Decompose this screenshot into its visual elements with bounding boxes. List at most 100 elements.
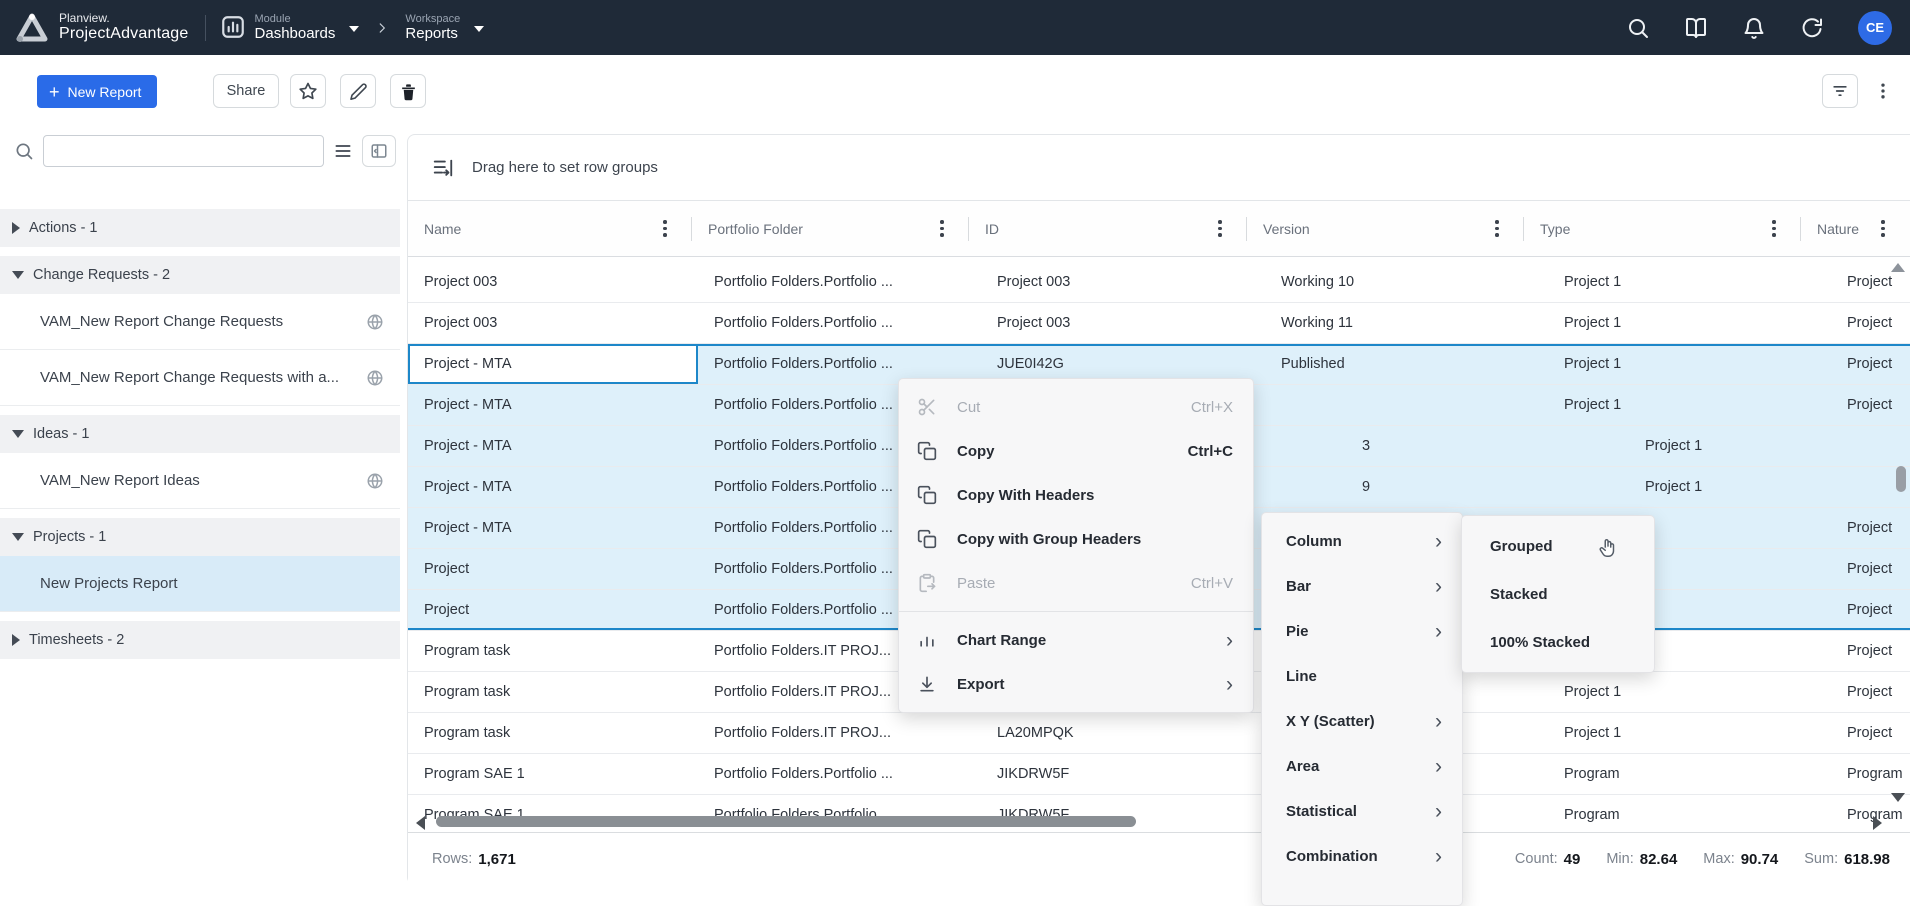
- table-cell[interactable]: Project 1: [1629, 467, 1910, 507]
- menu-item-100-stacked[interactable]: 100% Stacked: [1462, 618, 1654, 666]
- sidebar-report-item[interactable]: VAM_New Report Change Requests: [0, 294, 400, 350]
- table-cell[interactable]: Program task: [408, 672, 698, 712]
- menu-item-bar[interactable]: Bar›: [1262, 564, 1462, 609]
- table-cell[interactable]: Project: [1831, 631, 1910, 671]
- table-cell[interactable]: Project: [1831, 344, 1910, 384]
- scroll-up-arrow[interactable]: [1891, 263, 1905, 272]
- sidebar-report-item[interactable]: New Projects Report: [0, 556, 400, 612]
- table-cell[interactable]: Project 1: [1548, 385, 1831, 425]
- table-cell[interactable]: Project: [1831, 713, 1910, 753]
- menu-item-copy[interactable]: CopyCtrl+C: [899, 429, 1253, 473]
- menu-item-line[interactable]: Line: [1262, 654, 1462, 699]
- table-cell[interactable]: Project - MTA: [408, 385, 698, 425]
- table-cell[interactable]: [1265, 385, 1548, 425]
- table-cell[interactable]: Project: [1831, 549, 1910, 589]
- table-cell[interactable]: LA20MPQK: [981, 713, 1265, 753]
- row-group-drop-zone[interactable]: Drag here to set row groups: [408, 135, 1910, 201]
- table-cell[interactable]: Project 003: [981, 303, 1265, 343]
- refresh-icon[interactable]: [1800, 16, 1824, 40]
- scroll-right-arrow[interactable]: [1873, 816, 1882, 830]
- table-cell[interactable]: Program: [1548, 795, 1831, 822]
- column-menu-icon[interactable]: [1765, 218, 1783, 240]
- sidebar-group-timesheets-2[interactable]: Timesheets - 2: [0, 621, 400, 659]
- table-cell[interactable]: Project 1: [1629, 426, 1910, 466]
- scroll-left-arrow[interactable]: [416, 816, 425, 830]
- table-cell[interactable]: Project 1: [1548, 303, 1831, 343]
- scroll-down-arrow[interactable]: [1891, 793, 1905, 802]
- table-cell[interactable]: Project - MTA: [408, 344, 698, 384]
- table-cell[interactable]: Project: [1831, 508, 1910, 548]
- column-header-type[interactable]: Type: [1524, 201, 1801, 256]
- column-header-version[interactable]: Version: [1247, 201, 1524, 256]
- menu-item-statistical[interactable]: Statistical›: [1262, 789, 1462, 834]
- menu-item-paste[interactable]: PasteCtrl+V: [899, 561, 1253, 605]
- table-cell[interactable]: 9: [1265, 467, 1629, 507]
- sidebar-report-item[interactable]: VAM_New Report Ideas: [0, 453, 400, 509]
- menu-item-chart-range[interactable]: Chart Range›: [899, 618, 1253, 662]
- table-cell[interactable]: 3: [1265, 426, 1629, 466]
- table-cell[interactable]: Working 10: [1265, 262, 1548, 302]
- table-cell[interactable]: Working 11: [1265, 303, 1548, 343]
- menu-item-copy-with-headers[interactable]: Copy With Headers: [899, 473, 1253, 517]
- column-menu-icon[interactable]: [656, 218, 674, 240]
- menu-item-grouped[interactable]: Grouped: [1462, 522, 1654, 570]
- menu-item-combination[interactable]: Combination›: [1262, 834, 1462, 879]
- table-cell[interactable]: Project: [408, 549, 698, 589]
- table-cell[interactable]: Program SAE 1: [408, 754, 698, 794]
- table-cell[interactable]: Portfolio Folders.IT PROJ...: [698, 713, 981, 753]
- table-cell[interactable]: Project: [408, 590, 698, 630]
- column-header-portfolio-folder[interactable]: Portfolio Folder: [692, 201, 969, 256]
- menu-item-stacked[interactable]: Stacked: [1462, 570, 1654, 618]
- column-header-nature[interactable]: Nature: [1801, 201, 1910, 256]
- menu-item-area[interactable]: Area›: [1262, 744, 1462, 789]
- table-cell[interactable]: Published: [1265, 344, 1548, 384]
- table-cell[interactable]: Project - MTA: [408, 426, 698, 466]
- table-cell[interactable]: Project 003: [408, 303, 698, 343]
- table-cell[interactable]: Portfolio Folders.Portfolio ...: [698, 262, 981, 302]
- filter-button[interactable]: [1822, 74, 1858, 108]
- menu-item-pie[interactable]: Pie›: [1262, 609, 1462, 654]
- menu-item-export[interactable]: Export›: [899, 662, 1253, 706]
- list-menu-icon[interactable]: [333, 141, 353, 161]
- column-menu-icon[interactable]: [1874, 218, 1892, 240]
- vertical-scrollbar-thumb[interactable]: [1896, 466, 1906, 492]
- sidebar-search-input[interactable]: [43, 135, 324, 167]
- module-selector[interactable]: Module Dashboards: [220, 13, 360, 43]
- sidebar-group-projects-1[interactable]: Projects - 1: [0, 518, 400, 556]
- menu-item-cut[interactable]: CutCtrl+X: [899, 385, 1253, 429]
- column-header-name[interactable]: Name: [408, 201, 692, 256]
- sidebar-group-change-requests-2[interactable]: Change Requests - 2: [0, 256, 400, 294]
- table-cell[interactable]: Program: [1548, 754, 1831, 794]
- avatar[interactable]: CE: [1858, 11, 1892, 45]
- sidebar-group-ideas-1[interactable]: Ideas - 1: [0, 415, 400, 453]
- column-menu-icon[interactable]: [933, 218, 951, 240]
- table-cell[interactable]: Program task: [408, 631, 698, 671]
- delete-button[interactable]: [390, 74, 426, 108]
- menu-item-column[interactable]: Column›: [1262, 519, 1462, 564]
- table-cell[interactable]: Portfolio Folders.Portfolio ...: [698, 754, 981, 794]
- table-cell[interactable]: Project: [1831, 303, 1910, 343]
- search-icon[interactable]: [1626, 16, 1650, 40]
- column-menu-icon[interactable]: [1211, 218, 1229, 240]
- table-cell[interactable]: Project 1: [1548, 262, 1831, 302]
- table-cell[interactable]: Program: [1831, 754, 1910, 794]
- edit-button[interactable]: [340, 74, 376, 108]
- sidebar-report-item[interactable]: VAM_New Report Change Requests with a...: [0, 350, 400, 406]
- table-cell[interactable]: JIKDRW5F: [981, 754, 1265, 794]
- table-cell[interactable]: Project: [1831, 590, 1910, 630]
- new-report-button[interactable]: + New Report: [37, 75, 157, 108]
- favorite-button[interactable]: [290, 74, 326, 108]
- table-cell[interactable]: Project: [1831, 672, 1910, 712]
- toolbar-overflow-menu[interactable]: [1868, 74, 1898, 108]
- horizontal-scrollbar-thumb[interactable]: [436, 816, 1136, 827]
- table-cell[interactable]: Portfolio Folders.Portfolio ...: [698, 303, 981, 343]
- table-cell[interactable]: Project 1: [1548, 672, 1831, 712]
- table-cell[interactable]: Project - MTA: [408, 467, 698, 507]
- table-cell[interactable]: Project 003: [981, 262, 1265, 302]
- table-cell[interactable]: Project 003: [408, 262, 698, 302]
- sidebar-group-actions-1[interactable]: Actions - 1: [0, 209, 400, 247]
- help-library-icon[interactable]: [1684, 16, 1708, 40]
- share-button[interactable]: Share: [213, 74, 279, 108]
- notifications-bell-icon[interactable]: [1742, 16, 1766, 40]
- table-cell[interactable]: Project: [1831, 385, 1910, 425]
